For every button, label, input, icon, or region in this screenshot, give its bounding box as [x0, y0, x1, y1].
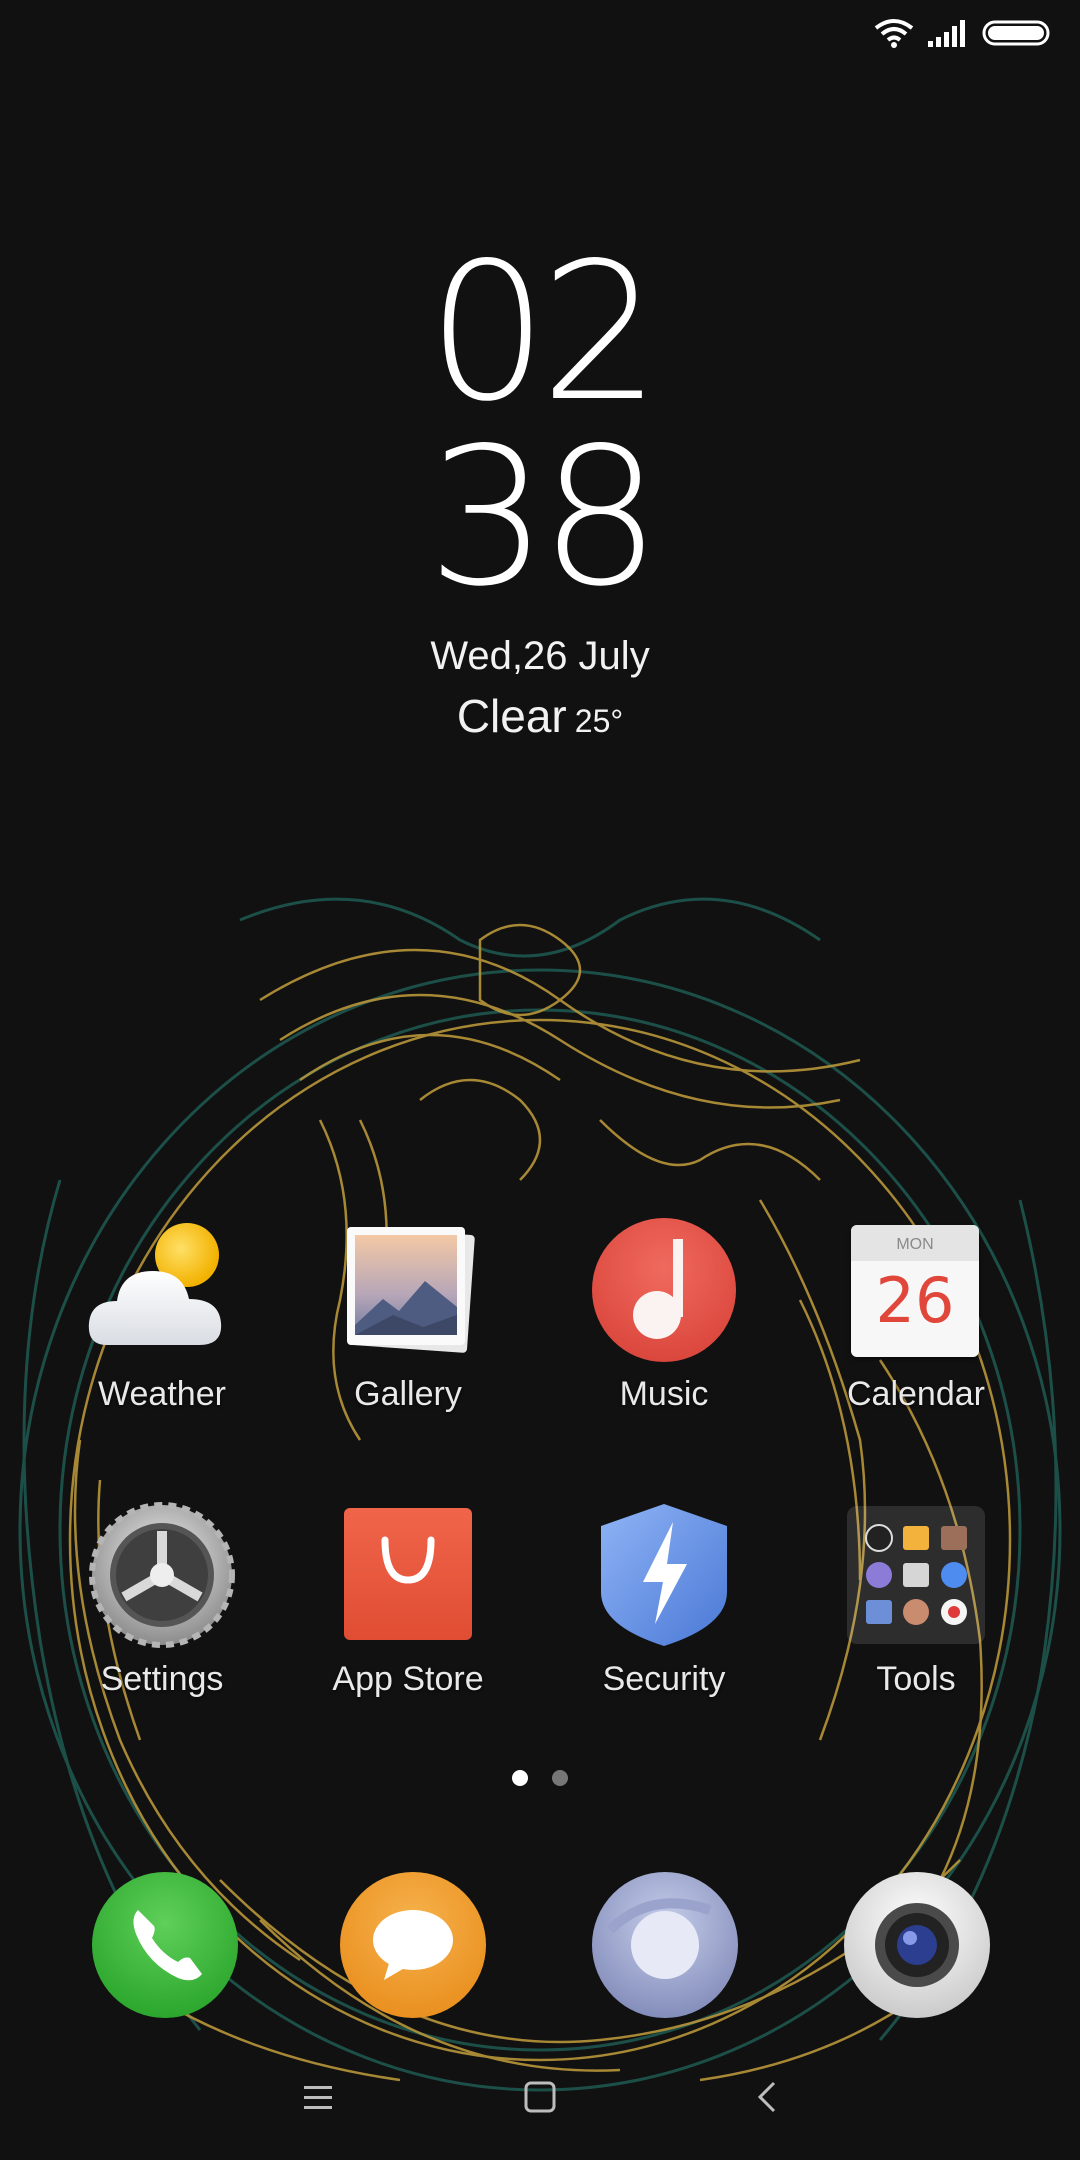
app-app-store[interactable]: App Store — [298, 1500, 518, 1699]
battery-icon — [982, 20, 1050, 51]
app-label: Tools — [876, 1660, 956, 1698]
status-bar — [0, 0, 1080, 70]
dock-phone[interactable] — [90, 1870, 240, 2020]
app-settings[interactable]: Settings — [52, 1500, 272, 1699]
date-text: Wed,26 July — [430, 634, 650, 678]
page-indicator — [0, 1770, 1080, 1786]
messages-icon — [340, 1872, 486, 2018]
wifi-icon — [874, 18, 914, 53]
folder-tools[interactable]: Tools — [806, 1500, 1026, 1699]
gallery-icon — [333, 1215, 483, 1365]
dock-camera[interactable] — [842, 1870, 992, 2020]
dock-messages[interactable] — [338, 1870, 488, 2020]
music-icon — [589, 1215, 739, 1365]
weather-summary: Clear 25° — [0, 689, 1080, 743]
calendar-weekday: MON — [851, 1225, 979, 1261]
app-label: Security — [602, 1660, 726, 1698]
browser-icon — [592, 1872, 738, 2018]
app-music[interactable]: Music — [554, 1215, 774, 1414]
app-weather[interactable]: Weather — [52, 1215, 272, 1414]
app-store-icon — [333, 1500, 483, 1650]
app-security[interactable]: Security — [554, 1500, 774, 1699]
camera-icon — [844, 1872, 990, 2018]
navigation-bar — [0, 2060, 1080, 2130]
app-label: Music — [619, 1375, 709, 1413]
app-label: Calendar — [847, 1375, 985, 1413]
page-dot[interactable] — [552, 1770, 568, 1786]
settings-icon — [87, 1500, 237, 1650]
app-label: App Store — [332, 1660, 484, 1698]
clock-minute: 38 — [427, 407, 661, 628]
security-icon — [589, 1500, 739, 1650]
dock-browser[interactable] — [590, 1870, 740, 2020]
page-dot-active[interactable] — [512, 1770, 528, 1786]
app-calendar[interactable]: MON 26 Calendar — [806, 1215, 1026, 1414]
menu-icon[interactable] — [288, 2072, 348, 2122]
phone-icon — [92, 1872, 238, 2018]
clock-hour: 02 — [427, 222, 661, 443]
app-label: Gallery — [354, 1375, 462, 1413]
app-gallery[interactable]: Gallery — [298, 1215, 518, 1414]
app-label: Settings — [100, 1660, 224, 1698]
tools-folder-icon — [841, 1500, 991, 1650]
back-icon[interactable] — [738, 2072, 798, 2122]
weather-icon — [87, 1215, 237, 1365]
signal-icon — [928, 19, 968, 52]
calendar-day: 26 — [875, 1264, 955, 1337]
home-icon[interactable] — [510, 2072, 570, 2122]
weather-temperature: 25° — [574, 703, 624, 739]
app-label: Weather — [98, 1375, 226, 1413]
lock-clock[interactable]: 02 38 Wed,26 July Clear 25° — [0, 222, 1080, 743]
weather-condition: Clear — [456, 690, 567, 742]
calendar-icon: MON 26 — [841, 1215, 991, 1365]
